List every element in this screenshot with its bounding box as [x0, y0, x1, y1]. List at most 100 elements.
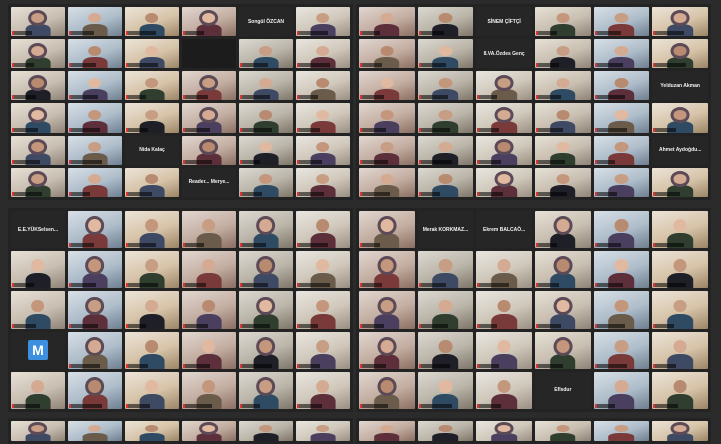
participant-video-tile[interactable]	[652, 7, 708, 37]
participant-video-tile[interactable]	[68, 167, 122, 197]
participant-video-tile[interactable]	[359, 71, 415, 101]
participant-video-tile[interactable]	[239, 103, 293, 133]
participant-video-tile[interactable]	[68, 211, 122, 249]
participant-video-tile[interactable]	[68, 103, 122, 133]
participant-video-tile[interactable]	[593, 103, 650, 133]
participant-video-tile[interactable]	[11, 167, 65, 197]
participant-video-tile[interactable]	[652, 103, 708, 133]
participant-video-tile[interactable]	[182, 251, 236, 289]
participant-video-tile[interactable]	[125, 7, 179, 37]
participant-video-tile[interactable]	[359, 331, 415, 369]
participant-name-tile[interactable]: 8.VA.Özdes Genç	[476, 39, 532, 69]
participant-video-tile[interactable]	[68, 135, 122, 165]
participant-video-tile[interactable]	[476, 167, 532, 197]
participant-video-tile[interactable]	[125, 103, 179, 133]
participant-video-tile[interactable]	[182, 421, 236, 441]
participant-video-tile[interactable]	[296, 71, 350, 101]
participant-video-tile[interactable]	[593, 291, 650, 329]
participant-video-tile[interactable]	[535, 331, 591, 369]
participant-video-tile[interactable]	[359, 39, 415, 69]
participant-video-tile[interactable]	[476, 371, 532, 409]
participant-video-tile[interactable]	[359, 291, 415, 329]
participant-video-tile[interactable]	[296, 211, 350, 249]
participant-video-tile[interactable]	[125, 421, 179, 441]
participant-video-tile[interactable]	[296, 39, 350, 69]
participant-video-tile[interactable]	[182, 135, 236, 165]
participant-video-tile[interactable]	[593, 421, 650, 441]
participant-name-tile[interactable]: Songül ÖZCAN	[239, 7, 293, 37]
participant-video-tile[interactable]	[239, 211, 293, 249]
participant-video-tile[interactable]	[593, 251, 650, 289]
participant-video-tile[interactable]	[11, 39, 65, 69]
participant-video-tile[interactable]	[239, 371, 293, 409]
participant-video-tile[interactable]	[652, 39, 708, 69]
participant-video-tile[interactable]	[11, 71, 65, 101]
participant-video-tile[interactable]	[417, 371, 474, 409]
participant-video-tile[interactable]	[417, 103, 474, 133]
participant-video-tile[interactable]	[359, 421, 415, 441]
participant-video-tile[interactable]	[296, 167, 350, 197]
participant-video-tile[interactable]	[417, 421, 474, 441]
participant-video-tile[interactable]	[417, 71, 474, 101]
participant-video-tile[interactable]	[476, 331, 532, 369]
participant-video-tile[interactable]	[296, 103, 350, 133]
participant-video-tile[interactable]	[359, 167, 415, 197]
participant-video-tile[interactable]	[296, 251, 350, 289]
participant-video-tile[interactable]	[239, 39, 293, 69]
participant-video-tile[interactable]	[125, 167, 179, 197]
participant-video-tile[interactable]	[652, 167, 708, 197]
participant-video-tile[interactable]	[125, 291, 179, 329]
participant-video-tile[interactable]	[11, 371, 65, 409]
participant-video-tile[interactable]	[68, 39, 122, 69]
participant-video-tile[interactable]	[296, 135, 350, 165]
participant-video-tile[interactable]	[652, 421, 708, 441]
participant-video-tile[interactable]	[476, 421, 532, 441]
participant-video-tile[interactable]	[593, 7, 650, 37]
participant-video-tile[interactable]	[417, 251, 474, 289]
participant-video-tile[interactable]	[535, 251, 591, 289]
participant-video-tile[interactable]	[239, 421, 293, 441]
participant-name-tile[interactable]: E.E.YÜKSelsen...	[11, 211, 65, 249]
participant-video-tile[interactable]	[182, 211, 236, 249]
participant-video-tile[interactable]	[593, 39, 650, 69]
participant-video-tile[interactable]	[11, 135, 65, 165]
participant-video-tile[interactable]	[296, 7, 350, 37]
participant-video-tile[interactable]	[535, 167, 591, 197]
participant-name-tile[interactable]: Reader... Merye...	[182, 167, 236, 197]
participant-video-tile[interactable]	[68, 291, 122, 329]
participant-video-tile[interactable]	[296, 331, 350, 369]
participant-video-tile[interactable]	[476, 291, 532, 329]
participant-video-tile[interactable]	[476, 71, 532, 101]
participant-video-tile[interactable]	[68, 251, 122, 289]
participant-video-tile[interactable]	[296, 421, 350, 441]
participant-video-tile[interactable]	[535, 71, 591, 101]
participant-video-tile[interactable]	[652, 211, 708, 249]
participant-video-tile[interactable]	[239, 71, 293, 101]
participant-avatar-tile[interactable]: M	[11, 331, 65, 369]
participant-video-tile[interactable]	[417, 331, 474, 369]
participant-video-tile[interactable]	[652, 251, 708, 289]
participant-video-tile[interactable]	[239, 331, 293, 369]
participant-video-tile[interactable]	[125, 39, 179, 69]
participant-video-tile[interactable]	[535, 103, 591, 133]
participant-video-tile[interactable]	[182, 71, 236, 101]
participant-video-tile[interactable]	[11, 421, 65, 441]
participant-video-tile[interactable]	[182, 103, 236, 133]
participant-video-tile[interactable]	[11, 251, 65, 289]
participant-video-tile[interactable]	[125, 251, 179, 289]
participant-video-tile[interactable]	[652, 371, 708, 409]
participant-video-tile[interactable]	[125, 211, 179, 249]
participant-video-tile[interactable]	[182, 371, 236, 409]
participant-video-tile[interactable]	[593, 211, 650, 249]
participant-video-tile[interactable]	[125, 371, 179, 409]
participant-video-tile[interactable]	[239, 291, 293, 329]
participant-video-tile[interactable]	[417, 39, 474, 69]
participant-video-tile[interactable]	[11, 291, 65, 329]
participant-video-tile[interactable]	[11, 103, 65, 133]
participant-video-tile[interactable]	[68, 7, 122, 37]
participant-video-tile[interactable]	[476, 103, 532, 133]
participant-video-tile[interactable]	[476, 135, 532, 165]
participant-video-tile[interactable]	[359, 7, 415, 37]
participant-video-off-tile[interactable]	[182, 39, 236, 69]
participant-video-tile[interactable]	[417, 135, 474, 165]
